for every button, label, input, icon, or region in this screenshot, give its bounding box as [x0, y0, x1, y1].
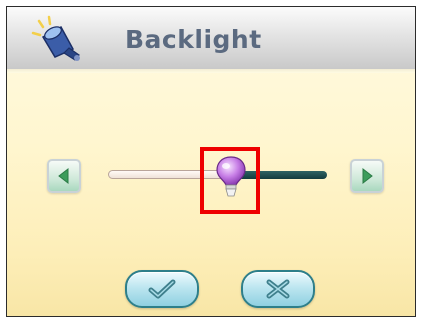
decrease-button[interactable] [47, 159, 81, 193]
x-icon [266, 279, 290, 299]
triangle-right-icon [362, 167, 373, 185]
lamp-icon [31, 15, 80, 61]
cancel-button[interactable] [241, 270, 315, 308]
triangle-left-icon [58, 167, 69, 185]
selection-highlight [200, 147, 260, 214]
checkmark-icon [148, 279, 176, 299]
ok-button[interactable] [125, 270, 199, 308]
title-divider [7, 69, 415, 73]
backlight-dialog: Backlight [6, 6, 416, 317]
title-bar: Backlight [7, 7, 415, 70]
increase-button[interactable] [350, 159, 384, 193]
page-title: Backlight [125, 25, 262, 54]
